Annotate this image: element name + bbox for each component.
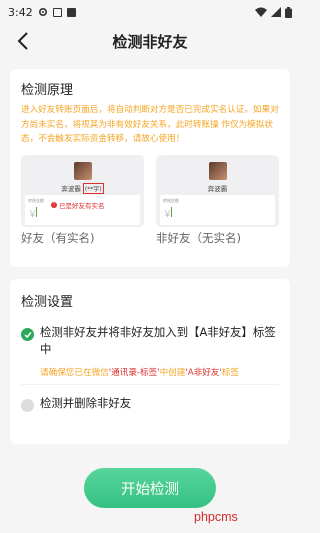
square-icon (52, 7, 62, 17)
mock-name: 奔波霸 (207, 184, 228, 193)
status-note-text: 已是好友有实名 (59, 201, 105, 210)
input-cursor (36, 206, 37, 217)
wifi-icon (255, 7, 267, 17)
status-time: 3:42 (8, 5, 33, 19)
demo-caption: 非好友（无实名) (156, 230, 241, 245)
option-add-tag-label: 检测非好友并将非好友加入到【A非好友】标签中 (40, 325, 276, 356)
demo-nonfriend: 奔波霸 转账金额 ￥ 非好友（无实名) (156, 154, 279, 246)
back-arrow-icon[interactable] (14, 31, 34, 51)
nonfriend-mockup: 奔波霸 转账金额 ￥ (156, 154, 279, 227)
signal-icon (271, 7, 281, 17)
tag-hint: 请确保您已在微信'通讯录-标签'中创建'A非好友'标签 (40, 368, 239, 378)
principle-title: 检测原理 (21, 83, 74, 98)
input-cursor (171, 206, 172, 217)
amount-input-mock: 转账金额 ￥ (160, 194, 275, 225)
demo-row: 奔波霸 (**宇) 转账金额 ￥ ! 已是好友有实名 好友（有实名) 奔波霸 转账金… (21, 154, 279, 246)
watermark: phpcms (194, 510, 238, 524)
amount-input-mock: 转账金额 ￥ ! 已是好友有实名 (25, 194, 140, 225)
settings-title: 检测设置 (21, 295, 74, 310)
avatar (73, 161, 92, 180)
amount-label: 转账金额 (28, 197, 44, 203)
checked-radio-icon[interactable] (21, 328, 34, 341)
option-delete-label: 检测并删除非好友 (40, 396, 132, 410)
divider (21, 384, 279, 385)
demo-caption: 好友（有实名) (21, 230, 95, 245)
start-check-button[interactable]: 开始检测 (84, 468, 216, 508)
status-bar: 3:42 (0, 0, 300, 24)
alert-icon: ! (51, 201, 57, 208)
realname-tag: (**宇) (82, 182, 104, 194)
gear-icon (38, 7, 47, 17)
page-title: 检测非好友 (112, 32, 188, 51)
battery-icon (285, 6, 292, 18)
demo-friend: 奔波霸 (**宇) 转账金额 ￥ ! 已是好友有实名 好友（有实名) (21, 154, 144, 246)
top-nav: 检测非好友 (0, 24, 300, 58)
principle-warning: 进入好友转账页面后，将自动判断对方是否已完成实名认证。如果对方尚未实名，将视其为… (21, 105, 279, 144)
settings-card: 检测设置 检测非好友并将非好友加入到【A非好友】标签中 请确保您已在微信'通讯录… (10, 279, 290, 444)
mock-name: 奔波霸 (61, 184, 81, 193)
friend-mockup: 奔波霸 (**宇) 转账金额 ￥ ! 已是好友有实名 (21, 154, 144, 227)
status-note: ! 已是好友有实名 (51, 200, 105, 210)
text-a-icon (66, 7, 76, 17)
principle-card: 检测原理 进入好友转账页面后，将自动判断对方是否已完成实名认证。如果对方尚未实名… (10, 69, 290, 267)
amount-label: 转账金额 (163, 197, 179, 203)
avatar (208, 161, 227, 180)
option-delete[interactable]: 检测并删除非好友 (21, 395, 279, 412)
unchecked-radio-icon[interactable] (21, 399, 34, 412)
option-add-tag[interactable]: 检测非好友并将非好友加入到【A非好友】标签中 (21, 324, 279, 358)
